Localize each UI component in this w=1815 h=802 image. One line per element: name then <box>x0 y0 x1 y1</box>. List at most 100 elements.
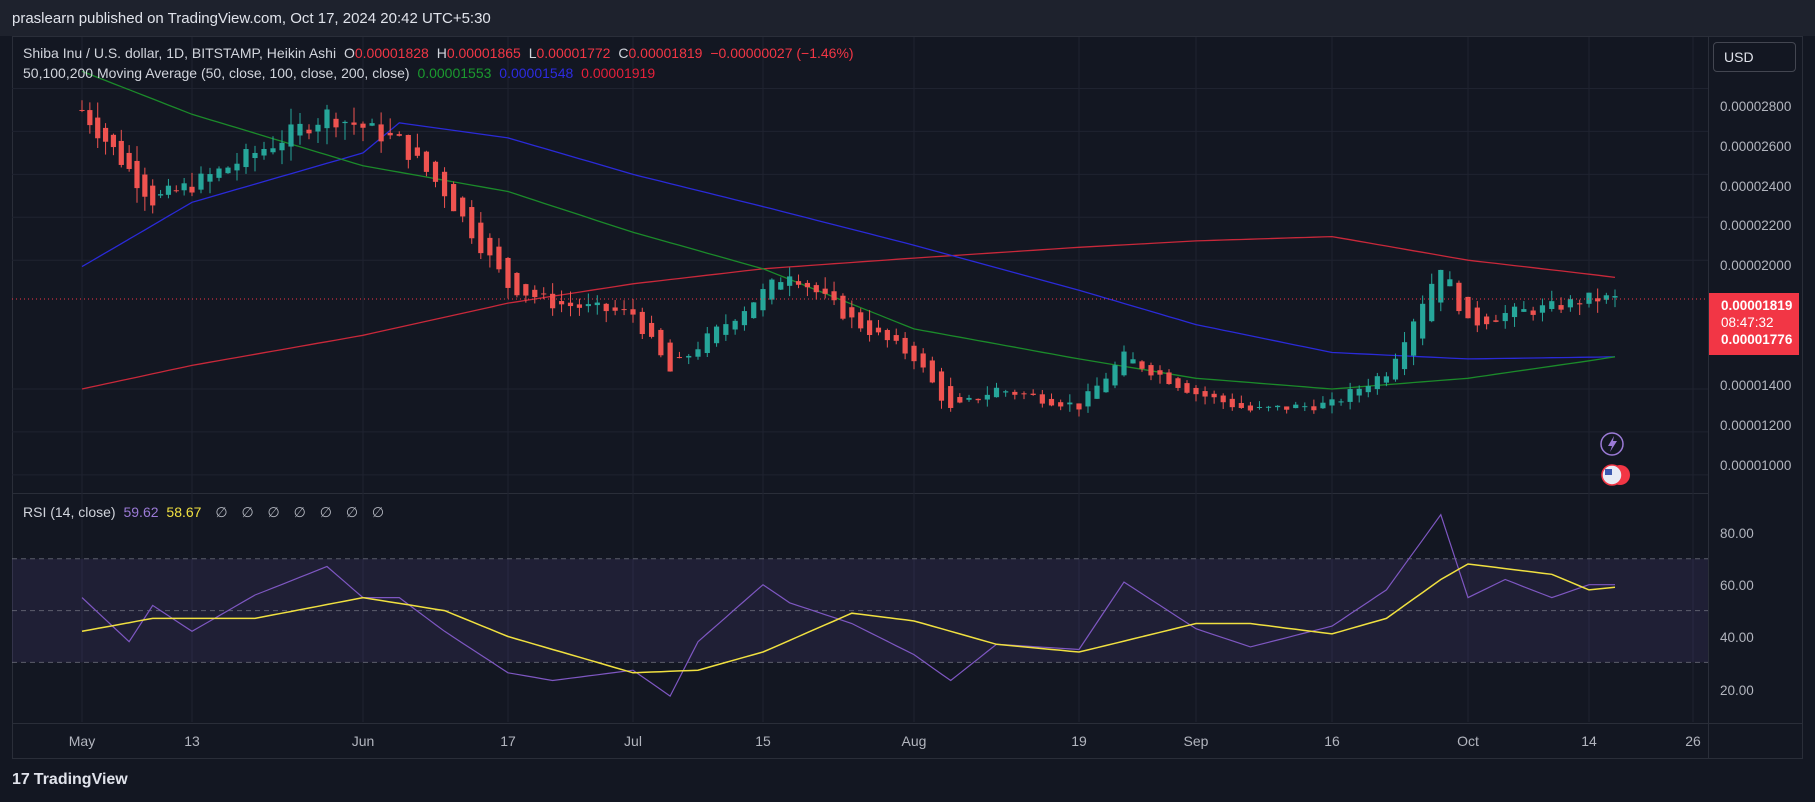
ma50-value: 0.00001553 <box>417 65 492 81</box>
symbol-name[interactable]: Shiba Inu / U.S. dollar, 1D, BITSTAMP, H… <box>23 45 336 61</box>
candle-body <box>1465 296 1471 319</box>
candle-body <box>1012 391 1018 395</box>
candle-body <box>207 174 213 182</box>
brand-name: TradingView <box>33 771 128 788</box>
ma-legend[interactable]: 50,100,200 Moving Average (50, close, 10… <box>23 65 659 81</box>
currency-button[interactable]: USD <box>1713 42 1796 72</box>
rsi-legend-label[interactable]: RSI (14, close) <box>23 504 116 520</box>
candle-body <box>813 285 819 293</box>
candle-body <box>225 167 231 174</box>
candle-body <box>1085 391 1091 407</box>
candle-body <box>1338 401 1344 403</box>
candle-body <box>110 134 117 148</box>
price-tick: 0.00001200 <box>1720 418 1792 433</box>
candle-body <box>1247 405 1253 411</box>
candle-body <box>342 121 348 124</box>
candle-body <box>505 257 511 288</box>
candle-body <box>1411 321 1417 356</box>
candle-body <box>279 142 285 151</box>
ma100-line <box>81 122 1616 360</box>
candle-body <box>1447 279 1453 287</box>
candle-body <box>1347 389 1353 402</box>
candle-body <box>1429 283 1435 322</box>
candle-body <box>541 293 547 295</box>
tradingview-logo[interactable]: 17 TradingView <box>12 771 128 789</box>
candle-body <box>648 322 655 337</box>
price-tick: 0.00001000 <box>1720 458 1792 473</box>
empty-value-icon: ∅ <box>345 504 359 520</box>
price-tick: 0.00002000 <box>1720 258 1792 273</box>
close-label: C <box>618 45 629 61</box>
time-tick: Oct <box>1457 733 1479 749</box>
candle-body <box>795 281 802 285</box>
candle-body <box>1612 296 1618 298</box>
candle-body <box>704 333 710 353</box>
price-tick: 0.00002400 <box>1720 179 1792 194</box>
candle-body <box>1193 387 1199 395</box>
candle-body <box>550 293 556 309</box>
candle-body <box>460 197 466 217</box>
candle-body <box>1048 398 1055 406</box>
candle-body <box>87 110 93 126</box>
tradingview-logo-icon: 17 <box>12 771 30 788</box>
candle-body <box>1521 309 1527 312</box>
candle-body <box>741 311 748 326</box>
empty-value-icon: ∅ <box>319 504 332 520</box>
rsi-legend[interactable]: RSI (14, close) 59.62 58.67 ∅ ∅ ∅ ∅ ∅ ∅ … <box>23 504 388 521</box>
candle-body <box>723 324 729 335</box>
candle-body <box>487 237 493 256</box>
candle-body <box>1284 406 1290 410</box>
candle-body <box>1202 391 1208 397</box>
candle-body <box>432 161 439 182</box>
candle-body <box>134 160 140 189</box>
candle-body <box>1586 292 1592 304</box>
time-tick: Jul <box>624 733 642 749</box>
candle-body <box>157 194 164 196</box>
candle-body <box>351 122 357 125</box>
chart-canvas[interactable] <box>0 0 1815 802</box>
candle-body <box>686 355 692 358</box>
empty-value-icon: ∅ <box>371 504 385 520</box>
ma-legend-label[interactable]: 50,100,200 Moving Average (50, close, 10… <box>23 65 410 81</box>
high-label: H <box>436 45 447 61</box>
candle-body <box>1311 406 1317 411</box>
candle-body <box>181 183 187 191</box>
symbol-legend[interactable]: Shiba Inu / U.S. dollar, 1D, BITSTAMP, H… <box>23 45 858 61</box>
candle-body <box>893 335 899 341</box>
rsi-tick: 60.00 <box>1720 578 1754 593</box>
candle-body <box>324 109 330 129</box>
candle-body <box>667 342 673 372</box>
open-value: 0.00001828 <box>354 45 429 61</box>
candle-body <box>523 284 529 296</box>
candle-body <box>496 246 502 270</box>
candle-body <box>369 123 375 126</box>
ma100-value: 0.00001548 <box>499 65 574 81</box>
candle-body <box>423 151 430 172</box>
rsi-tick: 80.00 <box>1720 526 1754 541</box>
candle-body <box>1530 310 1536 315</box>
candle-body <box>902 337 908 354</box>
candle-body <box>594 302 600 306</box>
candle-body <box>126 152 132 169</box>
time-tick: 14 <box>1581 733 1597 749</box>
empty-value-icon: ∅ <box>267 504 280 520</box>
time-tick: 15 <box>755 733 771 749</box>
candle-body <box>1030 393 1036 395</box>
candle-body <box>1229 398 1235 408</box>
candle-body <box>778 282 784 290</box>
candle-body <box>760 289 766 311</box>
candle-body <box>297 123 303 136</box>
candle-body <box>1549 301 1555 309</box>
candle-body <box>261 149 267 156</box>
candle-body <box>585 304 591 307</box>
candle-body <box>165 185 172 195</box>
time-tick: Jun <box>351 733 375 749</box>
candle-body <box>150 185 156 206</box>
candle-body <box>1058 402 1064 407</box>
ma50-line <box>81 70 1616 390</box>
candle-body <box>1148 365 1154 376</box>
close-value: 0.00001819 <box>628 45 703 61</box>
candle-body <box>676 357 683 359</box>
candle-body <box>1392 358 1399 380</box>
candle-body <box>884 330 890 341</box>
